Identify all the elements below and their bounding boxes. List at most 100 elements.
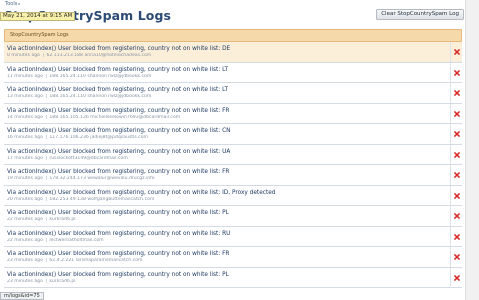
log-entry-time: 16 minutes ago — [7, 135, 43, 140]
log-entry-meta: 20 minutes ago | 182.253.49.138 wolfgang… — [7, 197, 445, 203]
meta-separator: | — [43, 114, 49, 120]
log-list: Via actionIndex() User blocked from regi… — [4, 42, 462, 288]
delete-x-icon — [453, 172, 460, 178]
log-entry-meta: 0 minutes ago | 62.113.213.188 anna10@ho… — [7, 53, 445, 59]
log-entry-time: 19 minutes ago — [7, 176, 43, 181]
log-entry-title[interactable]: Via actionIndex() User blocked from regi… — [7, 271, 445, 279]
log-entry-title[interactable]: Via actionIndex() User blocked from regi… — [7, 45, 445, 53]
log-entry-detail: 182.253.49.138 wolfgangbuttemailcatch.co… — [49, 196, 155, 202]
meta-separator: | — [43, 94, 49, 99]
log-entry-content: Via actionIndex() User blocked from regi… — [7, 250, 445, 265]
log-entry-meta: 16 minutes ago | 117.176.106.236 jadiej8… — [7, 135, 445, 141]
log-entry-content: Via actionIndex() User blocked from regi… — [7, 168, 445, 183]
log-entry-detail: kurkrad6.pl — [49, 278, 76, 284]
log-entry-time: 22 minutes ago — [7, 217, 43, 222]
log-entry-content: Via actionIndex() User blocked from regi… — [7, 127, 445, 142]
log-entry-title[interactable]: Via actionIndex() User blocked from regi… — [7, 168, 445, 176]
log-entry-title[interactable]: Via actionIndex() User blocked from regi… — [7, 107, 445, 115]
log-entry-title[interactable]: Via actionIndex() User blocked from regi… — [7, 230, 445, 238]
log-entry-meta: 14 minutes ago | 188.165.105.126 michell… — [7, 115, 445, 121]
log-entry-content: Via actionIndex() User blocked from regi… — [7, 209, 445, 224]
vertical-scrollbar[interactable] — [465, 0, 479, 300]
log-entry-time: 23 minutes ago — [7, 258, 43, 263]
log-entry-detail: 62.113.213.188 anna10@hoteiachadeas.com — [46, 53, 152, 58]
log-entry-row: Via actionIndex() User blocked from regi… — [4, 62, 462, 83]
log-entry-title[interactable]: Via actionIndex() User blocked from regi… — [7, 189, 445, 197]
delete-entry-button[interactable] — [450, 103, 462, 124]
delete-x-icon — [453, 131, 460, 137]
delete-entry-button[interactable] — [450, 124, 462, 144]
breadcrumb-arrow-icon: ▸ — [18, 1, 21, 6]
delete-x-icon — [453, 233, 460, 240]
clear-log-button[interactable]: Clear StopCountrySpam Log — [376, 9, 464, 20]
delete-x-icon — [453, 110, 460, 117]
log-entry-content: Via actionIndex() User blocked from regi… — [7, 148, 445, 163]
log-entry-title[interactable]: Via actionIndex() User blocked from regi… — [7, 250, 445, 258]
log-entry-row: Via actionIndex() User blocked from regi… — [4, 247, 462, 268]
breadcrumb-tools-link[interactable]: Tools — [5, 1, 17, 7]
delete-x-icon — [453, 151, 460, 158]
log-entry-row: Via actionIndex() User blocked from regi… — [4, 267, 462, 288]
log-entry-content: Via actionIndex() User blocked from regi… — [7, 230, 445, 245]
status-bar-url: m/logs&id=75 — [0, 292, 44, 300]
delete-x-icon — [453, 90, 460, 96]
delete-entry-button[interactable] — [450, 247, 462, 267]
log-entry-time: 14 minutes ago — [7, 114, 43, 120]
log-entry-meta: 13 minutes ago | 188.165.24.110 shannon7… — [7, 94, 445, 100]
log-entry-detail: 188.165.24.110 shannon7wlz@jdbookk.com — [49, 73, 152, 79]
delete-entry-button[interactable] — [450, 165, 462, 185]
delete-entry-button[interactable] — [450, 206, 462, 226]
meta-separator: | — [43, 278, 49, 284]
delete-entry-button[interactable] — [450, 267, 462, 288]
log-entry-detail: 117.176.106.236 jadiej8t@pdqsaustls.com — [49, 135, 148, 140]
log-entry-detail: 188.165.105.126 michelleselowin7693@dbca… — [49, 114, 181, 120]
delete-x-icon — [453, 69, 460, 76]
log-entry-row: Via actionIndex() User blocked from regi… — [4, 165, 462, 186]
log-entry-row: Via actionIndex() User blocked from regi… — [4, 124, 462, 145]
log-entry-time: 22 minutes ago — [7, 237, 43, 243]
log-entry-row: Via actionIndex() User blocked from regi… — [4, 226, 462, 247]
delete-entry-button[interactable] — [450, 226, 462, 247]
log-entry-meta: 22 minutes ago | lectwernatholtmail.com — [7, 238, 445, 244]
log-entry-content: Via actionIndex() User blocked from regi… — [7, 189, 445, 204]
delete-x-icon — [453, 49, 460, 55]
meta-separator: | — [43, 237, 49, 243]
meta-separator: | — [40, 53, 46, 58]
log-entry-content: Via actionIndex() User blocked from regi… — [7, 271, 445, 286]
meta-separator: | — [43, 73, 49, 79]
log-entry-title[interactable]: Via actionIndex() User blocked from regi… — [7, 209, 445, 217]
delete-x-icon — [453, 274, 460, 281]
log-entry-content: Via actionIndex() User blocked from regi… — [7, 86, 445, 101]
log-entry-meta: 17 minutes ago | russlockett3149@dbcardm… — [7, 156, 445, 162]
delete-entry-button[interactable] — [450, 83, 462, 103]
log-entry-meta: 19 minutes ago | 178.32.244.173 wewalur@… — [7, 176, 445, 182]
log-entry-detail: 178.32.244.173 wewalur@wevalu.drucgz.inf… — [49, 176, 155, 181]
log-entry-content: Via actionIndex() User blocked from regi… — [7, 66, 445, 81]
delete-entry-button[interactable] — [450, 144, 462, 165]
log-entry-meta: 23 minutes ago | 62.4.2.221 larishaparam… — [7, 258, 445, 264]
log-entry-time: 13 minutes ago — [7, 94, 43, 99]
log-entry-time: 0 minutes ago — [7, 53, 40, 58]
section-header: StopCountrySpam Logs — [4, 29, 462, 42]
log-entry-title[interactable]: Via actionIndex() User blocked from regi… — [7, 86, 445, 94]
log-entry-row: Via actionIndex() User blocked from regi… — [4, 185, 462, 206]
breadcrumb[interactable]: Tools▸ — [5, 1, 20, 7]
log-entry-detail: 62.4.2.221 larishaparamemailcatch.com — [49, 258, 143, 263]
log-entry-row: Via actionIndex() User blocked from regi… — [4, 42, 462, 63]
log-entry-row: Via actionIndex() User blocked from regi… — [4, 206, 462, 227]
log-entry-title[interactable]: Via actionIndex() User blocked from regi… — [7, 148, 445, 156]
log-entry-content: Via actionIndex() User blocked from regi… — [7, 45, 445, 60]
meta-separator: | — [43, 258, 49, 263]
delete-entry-button[interactable] — [450, 62, 462, 83]
log-entry-detail: russlockett3149@dbcardmail.com — [49, 155, 128, 161]
log-entry-title[interactable]: Via actionIndex() User blocked from regi… — [7, 127, 445, 135]
log-entry-row: Via actionIndex() User blocked from regi… — [4, 144, 462, 165]
delete-entry-button[interactable] — [450, 42, 462, 62]
log-entry-time: 11 minutes ago — [7, 73, 43, 79]
meta-separator: | — [43, 176, 49, 181]
log-entry-meta: 22 minutes ago | kurkrad6.pl — [7, 217, 445, 223]
meta-separator: | — [43, 217, 49, 222]
delete-entry-button[interactable] — [450, 185, 462, 206]
log-entry-title[interactable]: Via actionIndex() User blocked from regi… — [7, 66, 445, 74]
log-entry-meta: 23 minutes ago | kurkrad6.pl — [7, 279, 445, 285]
